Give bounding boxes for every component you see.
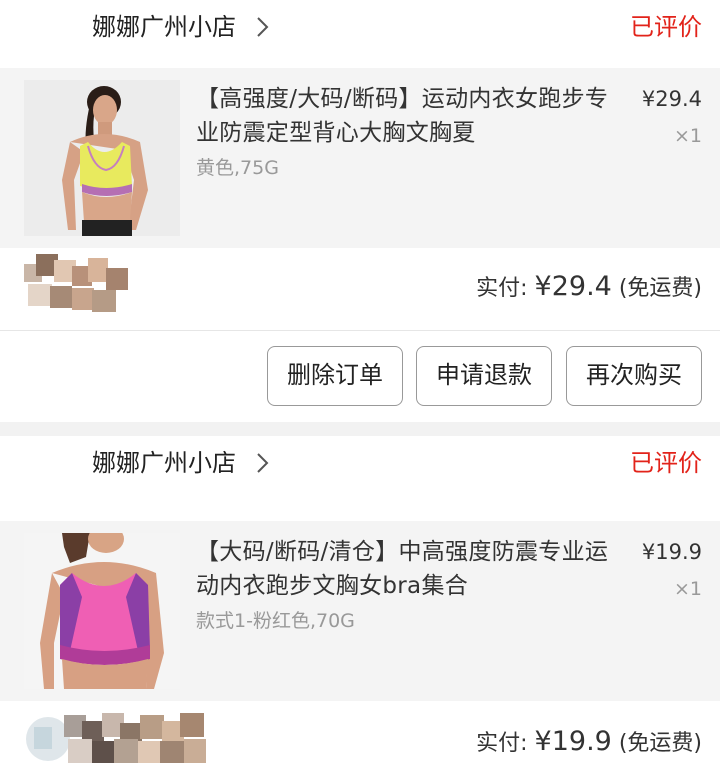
shop-name[interactable]: 娜娜广州小店 bbox=[92, 446, 236, 480]
shop-name[interactable]: 娜娜广州小店 bbox=[92, 10, 236, 44]
payment-row: 实付: ¥29.4 (免运费) bbox=[0, 248, 720, 330]
buy-again-button[interactable]: 再次购买 bbox=[566, 346, 702, 406]
shipping-note: (免运费) bbox=[611, 731, 702, 756]
product-image[interactable] bbox=[24, 80, 180, 236]
order-card: 娜娜广州小店 已评价 【大码/断码/清仓】中高强度防震专业运动内衣跑步文胸女br… bbox=[0, 436, 720, 773]
product-variant: 款式1-粉红色,70G bbox=[196, 610, 355, 632]
product-title[interactable]: 【大码/断码/清仓】中高强度防震专业运动内衣跑步文胸女bra集合 bbox=[196, 535, 616, 603]
product-title[interactable]: 【高强度/大码/断码】运动内衣女跑步专业防震定型背心大胸文胸夏 bbox=[196, 82, 616, 150]
payment-row: 实付: ¥19.9 (免运费) bbox=[0, 701, 720, 773]
order-status: 已评价 bbox=[630, 449, 702, 477]
product-price: ¥19.9 bbox=[641, 540, 702, 564]
paid-label: 实付: bbox=[476, 276, 535, 301]
product-image[interactable] bbox=[24, 533, 180, 689]
divider bbox=[0, 330, 720, 331]
paid-value: ¥19.9 bbox=[534, 726, 612, 757]
paid-amount: 实付: ¥19.9 (免运费) bbox=[476, 725, 702, 761]
paid-label: 实付: bbox=[476, 731, 535, 756]
shop-header[interactable]: 娜娜广州小店 已评价 bbox=[0, 0, 720, 64]
order-status: 已评价 bbox=[630, 13, 702, 41]
request-refund-button[interactable]: 申请退款 bbox=[416, 346, 552, 406]
product-quantity: ×1 bbox=[673, 578, 702, 600]
blurred-avatars bbox=[26, 713, 206, 763]
product-quantity: ×1 bbox=[673, 125, 702, 147]
order-item[interactable]: 【大码/断码/清仓】中高强度防震专业运动内衣跑步文胸女bra集合 款式1-粉红色… bbox=[0, 521, 720, 701]
product-price: ¥29.4 bbox=[641, 87, 702, 111]
chevron-right-icon[interactable] bbox=[256, 14, 270, 40]
order-card: 娜娜广州小店 已评价 【高强度/大码/断码】运动内衣女跑步专业防震定型背心大胸文… bbox=[0, 0, 720, 422]
shipping-note: (免运费) bbox=[611, 276, 702, 301]
paid-value: ¥29.4 bbox=[534, 271, 612, 302]
product-variant: 黄色,75G bbox=[196, 157, 279, 179]
blurred-avatars bbox=[24, 254, 128, 312]
chevron-right-icon[interactable] bbox=[256, 450, 270, 476]
paid-amount: 实付: ¥29.4 (免运费) bbox=[476, 270, 702, 306]
order-item[interactable]: 【高强度/大码/断码】运动内衣女跑步专业防震定型背心大胸文胸夏 黄色,75G ¥… bbox=[0, 68, 720, 248]
shop-header[interactable]: 娜娜广州小店 已评价 bbox=[0, 436, 720, 500]
delete-order-button[interactable]: 删除订单 bbox=[267, 346, 403, 406]
